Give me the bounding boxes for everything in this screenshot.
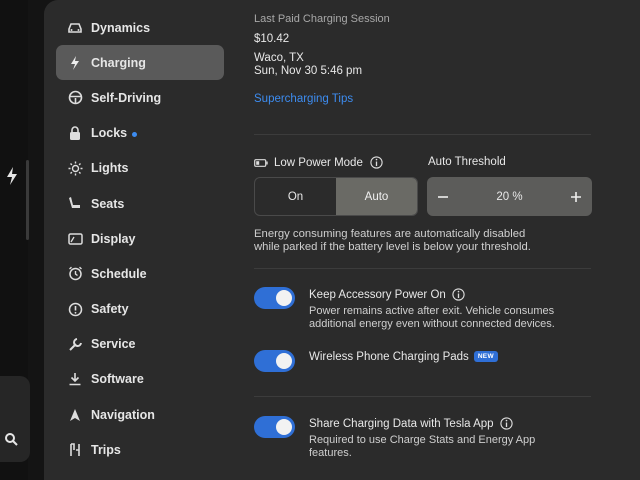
sidebar-item-charging[interactable]: Charging [56, 45, 224, 81]
sidebar-item-self-driving[interactable]: Self-Driving [56, 80, 224, 115]
notification-dot [132, 131, 138, 137]
low-power-option-auto[interactable]: Auto [336, 178, 417, 215]
share-charging-data-toggle[interactable] [254, 416, 295, 438]
session-location: Waco, TX [254, 52, 304, 64]
keep-accessory-power-desc-line2: additional energy even without connected… [309, 318, 555, 330]
keep-accessory-power-desc-line1: Power remains active after exit. Vehicle… [309, 305, 555, 317]
sidebar-item-label: Navigation [91, 407, 155, 422]
sidebar-item-label: Display [91, 231, 136, 246]
battery-icon [254, 158, 268, 167]
scroll-indicator[interactable] [26, 160, 29, 240]
search-button[interactable] [0, 376, 30, 462]
sidebar-item-safety[interactable]: Safety [56, 292, 224, 327]
display-icon [66, 230, 84, 248]
sidebar-item-dynamics[interactable]: Dynamics [56, 10, 224, 45]
auto-threshold-label: Auto Threshold [428, 156, 506, 168]
sidebar-item-label: Schedule [91, 266, 147, 281]
minus-icon[interactable] [437, 191, 449, 203]
session-amount: $10.42 [254, 33, 290, 45]
wrench-icon [66, 335, 84, 353]
share-charging-data-desc-line1: Required to use Charge Stats and Energy … [309, 434, 536, 446]
plus-icon[interactable] [570, 191, 582, 203]
search-icon [5, 433, 18, 446]
alert-circle-icon [66, 300, 84, 318]
sidebar-item-navigation[interactable]: Navigation [56, 397, 224, 432]
low-power-description-line1: Energy consuming features are automatica… [254, 228, 526, 240]
navigation-arrow-icon [66, 406, 84, 424]
lock-icon [66, 124, 84, 142]
sidebar-item-label: Safety [91, 302, 129, 317]
low-power-option-on[interactable]: On [255, 178, 336, 215]
sidebar-item-label: Self-Driving [91, 90, 162, 105]
sidebar-item-software[interactable]: Software [56, 362, 224, 397]
settings-sidebar: Dynamics Charging Self-Driving Locks Lig… [56, 10, 224, 467]
sidebar-item-service[interactable]: Service [56, 327, 224, 362]
sidebar-item-label: Locks [91, 126, 128, 141]
download-icon [66, 370, 84, 388]
bolt-icon [66, 54, 84, 72]
wireless-charging-toggle[interactable] [254, 350, 295, 372]
wireless-charging-label: Wireless Phone Charging Pads NEW [309, 351, 498, 363]
sidebar-item-display[interactable]: Display [56, 221, 224, 256]
steering-wheel-icon [66, 89, 84, 107]
sidebar-item-locks[interactable]: Locks [56, 116, 224, 151]
supercharging-tips-link[interactable]: Supercharging Tips [254, 93, 353, 105]
sun-icon [66, 159, 84, 177]
car-icon [66, 19, 84, 37]
sidebar-item-schedule[interactable]: Schedule [56, 256, 224, 291]
trips-icon [66, 441, 84, 459]
sidebar-item-label: Seats [91, 196, 125, 211]
sidebar-item-lights[interactable]: Lights [56, 151, 224, 186]
auto-threshold-value: 20 % [496, 190, 523, 203]
session-heading: Last Paid Charging Session [254, 13, 390, 25]
sidebar-item-label: Trips [91, 442, 121, 457]
info-icon[interactable] [452, 288, 465, 301]
info-icon[interactable] [370, 156, 383, 169]
share-charging-data-label: Share Charging Data with Tesla App [309, 417, 513, 430]
divider [254, 268, 591, 269]
new-badge: NEW [473, 351, 498, 363]
share-charging-data-desc-line2: features. [309, 447, 352, 459]
low-power-mode-label: Low Power Mode [254, 156, 383, 169]
sidebar-item-seats[interactable]: Seats [56, 186, 224, 221]
sidebar-item-label: Charging [91, 55, 146, 70]
alarm-clock-icon [66, 265, 84, 283]
keep-accessory-power-toggle[interactable] [254, 287, 295, 309]
seat-icon [66, 195, 84, 213]
sidebar-item-label: Dynamics [91, 20, 151, 35]
sidebar-item-label: Lights [91, 161, 129, 176]
low-power-description-line2: while parked if the battery level is bel… [254, 241, 531, 253]
divider [254, 396, 591, 397]
bolt-icon [7, 167, 17, 185]
divider [254, 134, 591, 135]
sidebar-item-trips[interactable]: Trips [56, 432, 224, 467]
sidebar-item-label: Software [91, 372, 144, 387]
session-datetime: Sun, Nov 30 5:46 pm [254, 65, 363, 77]
info-icon[interactable] [499, 417, 513, 430]
auto-threshold-stepper: 20 % [427, 177, 592, 216]
sidebar-item-label: Service [91, 337, 136, 352]
low-power-mode-selector: On Auto [254, 177, 418, 216]
keep-accessory-power-label: Keep Accessory Power On [309, 288, 465, 301]
